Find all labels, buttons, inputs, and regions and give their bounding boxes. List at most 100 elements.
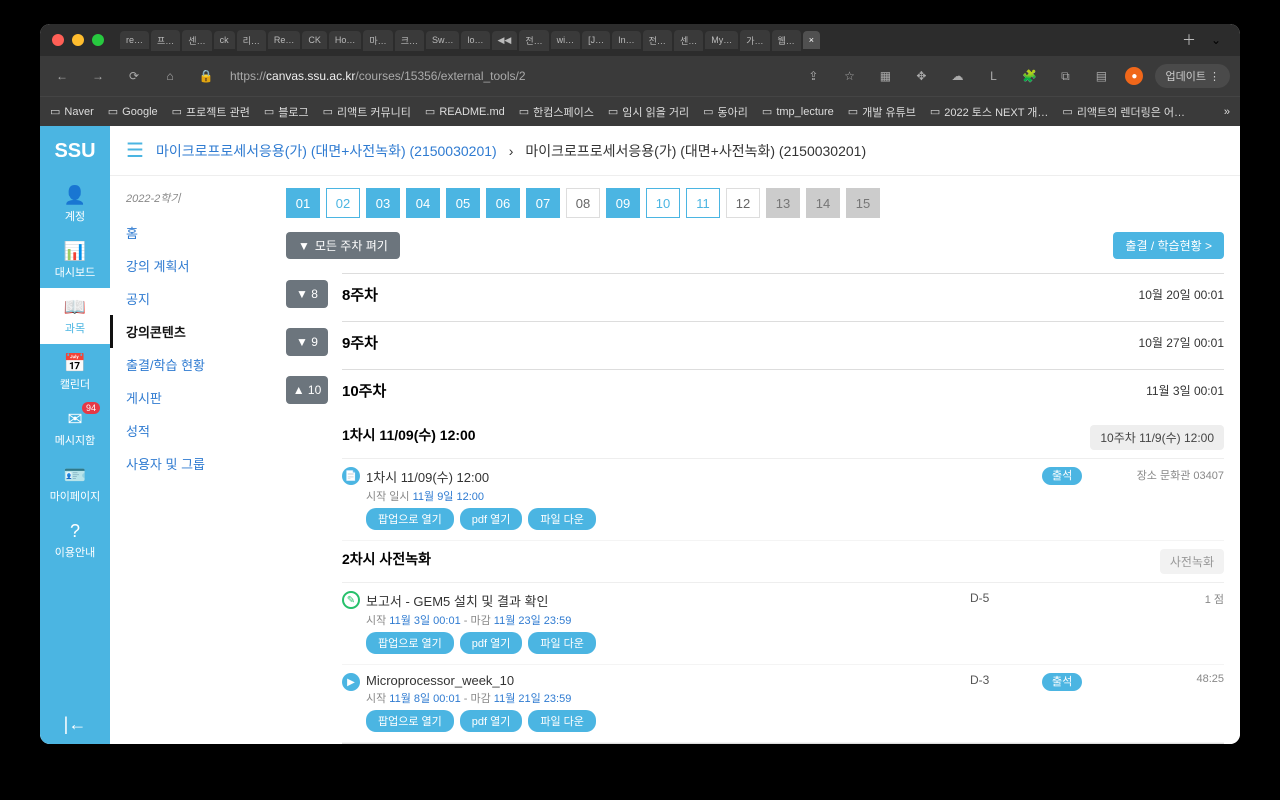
browser-tab[interactable]: ◀◀ [492, 31, 518, 50]
item-name[interactable]: Microprocessor_week_10 [366, 673, 958, 688]
week-tab[interactable]: 05 [446, 188, 480, 218]
close-icon[interactable]: × [809, 35, 814, 45]
breadcrumb-course-link[interactable]: 마이크로프로세서응용(가) (대면+사전녹화) (2150030201) [156, 141, 497, 161]
browser-tab[interactable]: × [803, 31, 820, 49]
devtools-icon[interactable]: ⧉ [1053, 64, 1077, 88]
puzzle-icon[interactable]: 🧩 [1017, 64, 1041, 88]
browser-tab[interactable]: re… [120, 31, 149, 49]
browser-tab[interactable]: 웹… [772, 30, 801, 51]
week-toggle[interactable]: ▼ 8 [286, 280, 328, 308]
action-pill[interactable]: 팝업으로 열기 [366, 508, 454, 530]
bookmark-item[interactable]: ▭tmp_lecture [762, 105, 834, 118]
browser-tab[interactable]: [J… [582, 31, 610, 49]
menu-icon[interactable]: ☰ [126, 138, 144, 163]
browser-tab[interactable]: 전… [519, 30, 548, 51]
reader-icon[interactable]: ▤ [1089, 64, 1113, 88]
browser-tab[interactable]: Sw… [426, 31, 460, 49]
browser-tab[interactable]: 센… [182, 30, 211, 51]
bookmark-item[interactable]: ▭임시 읽을 거리 [608, 104, 689, 120]
minimize-icon[interactable] [72, 34, 84, 46]
close-icon[interactable] [52, 34, 64, 46]
url-field[interactable]: https://canvas.ssu.ac.kr/courses/15356/e… [230, 69, 789, 83]
item-name[interactable]: 보고서 - GEM5 설치 및 결과 확인 [366, 591, 958, 610]
week-tab[interactable]: 14 [806, 188, 840, 218]
reload-icon[interactable]: ⟳ [122, 64, 146, 88]
back-icon[interactable]: ← [50, 64, 74, 88]
bookmark-item[interactable]: ▭Naver [50, 105, 94, 118]
week-tab[interactable]: 13 [766, 188, 800, 218]
nav-이용안내[interactable]: ?이용안내 [40, 512, 110, 568]
week-tab[interactable]: 01 [286, 188, 320, 218]
browser-tab[interactable]: lo… [461, 31, 489, 49]
browser-tab[interactable]: 가… [740, 30, 769, 51]
maximize-icon[interactable] [92, 34, 104, 46]
action-pill[interactable]: pdf 열기 [460, 632, 523, 654]
week-tab[interactable]: 15 [846, 188, 880, 218]
action-pill[interactable]: pdf 열기 [460, 508, 523, 530]
week-toggle[interactable]: ▲ 10 [286, 376, 328, 404]
sidebar-item[interactable]: 홈 [110, 216, 270, 249]
week-tab[interactable]: 12 [726, 188, 760, 218]
sidebar-item[interactable]: 사용자 및 그룹 [110, 447, 270, 480]
collapse-nav-icon[interactable]: |← [40, 704, 110, 744]
browser-tab[interactable]: ck [214, 31, 235, 49]
nav-계정[interactable]: 👤계정 [40, 176, 110, 232]
browser-tab[interactable]: 마… [363, 30, 392, 51]
chevron-down-icon[interactable]: ⌄ [1204, 28, 1228, 52]
attendance-badge[interactable]: 출석 [1042, 673, 1082, 691]
fold-all-button[interactable]: ▼ 모든 주차 펴기 [286, 232, 400, 259]
star-icon[interactable]: ☆ [837, 64, 861, 88]
week-tab[interactable]: 06 [486, 188, 520, 218]
browser-tab[interactable]: wi… [551, 31, 581, 49]
item-name[interactable]: 1차시 11/09(수) 12:00 [366, 467, 958, 486]
new-tab-button[interactable]: ＋ [1182, 30, 1196, 50]
browser-tab[interactable]: CK [302, 31, 327, 49]
week-tab[interactable]: 10 [646, 188, 680, 218]
ext-icon[interactable]: L [981, 64, 1005, 88]
browser-tab[interactable]: Ho… [329, 31, 362, 49]
browser-tab[interactable]: 센… [674, 30, 703, 51]
forward-icon[interactable]: → [86, 64, 110, 88]
action-pill[interactable]: pdf 열기 [460, 710, 523, 732]
app-logo[interactable]: SSU [40, 126, 110, 176]
bookmark-item[interactable]: ▭리액트 커뮤니티 [323, 104, 411, 120]
ext-icon[interactable]: ☁ [945, 64, 969, 88]
nav-마이페이지[interactable]: 🪪마이페이지 [40, 456, 110, 512]
home-icon[interactable]: ⌂ [158, 64, 182, 88]
bookmark-item[interactable]: ▭README.md [425, 105, 505, 118]
bookmark-item[interactable]: ▭한컴스페이스 [519, 104, 594, 120]
week-tab[interactable]: 04 [406, 188, 440, 218]
sidebar-item[interactable]: 출결/학습 현황 [110, 348, 270, 381]
share-icon[interactable]: ⇪ [801, 64, 825, 88]
browser-tab[interactable]: My… [705, 31, 738, 49]
action-pill[interactable]: 팝업으로 열기 [366, 710, 454, 732]
update-button[interactable]: 업데이트 ⋮ [1155, 64, 1230, 88]
bookmarks-overflow[interactable]: » [1224, 106, 1230, 118]
bookmark-item[interactable]: ▭2022 토스 NEXT 개… [930, 104, 1049, 120]
week-tab[interactable]: 07 [526, 188, 560, 218]
bookmark-item[interactable]: ▭리액트의 렌더링은 어… [1062, 104, 1185, 120]
bookmark-item[interactable]: ▭블로그 [264, 104, 309, 120]
bookmark-item[interactable]: ▭개발 유튜브 [848, 104, 916, 120]
nav-메시지함[interactable]: ✉메시지함94 [40, 400, 110, 456]
week-tab[interactable]: 03 [366, 188, 400, 218]
nav-캘린더[interactable]: 📅캘린더 [40, 344, 110, 400]
attendance-badge[interactable]: 출석 [1042, 467, 1082, 485]
browser-tab[interactable]: In… [612, 31, 641, 49]
ext-icon[interactable]: ✥ [909, 64, 933, 88]
browser-tab[interactable]: 리… [237, 30, 266, 51]
week-tab[interactable]: 02 [326, 188, 360, 218]
profile-avatar[interactable]: ● [1125, 67, 1143, 85]
sidebar-item[interactable]: 게시판 [110, 381, 270, 414]
sidebar-item[interactable]: 강의 계획서 [110, 249, 270, 282]
browser-tab[interactable]: 크… [395, 30, 424, 51]
action-pill[interactable]: 파일 다운 [528, 632, 596, 654]
attendance-status-button[interactable]: 출결 / 학습현황 > [1113, 232, 1224, 259]
action-pill[interactable]: 팝업으로 열기 [366, 632, 454, 654]
nav-과목[interactable]: 📖과목 [40, 288, 110, 344]
sidebar-item[interactable]: 공지 [110, 282, 270, 315]
browser-tab[interactable]: Re… [268, 31, 301, 49]
week-tab[interactable]: 11 [686, 188, 720, 218]
week-tab[interactable]: 09 [606, 188, 640, 218]
bookmark-item[interactable]: ▭프로젝트 관련 [172, 104, 250, 120]
